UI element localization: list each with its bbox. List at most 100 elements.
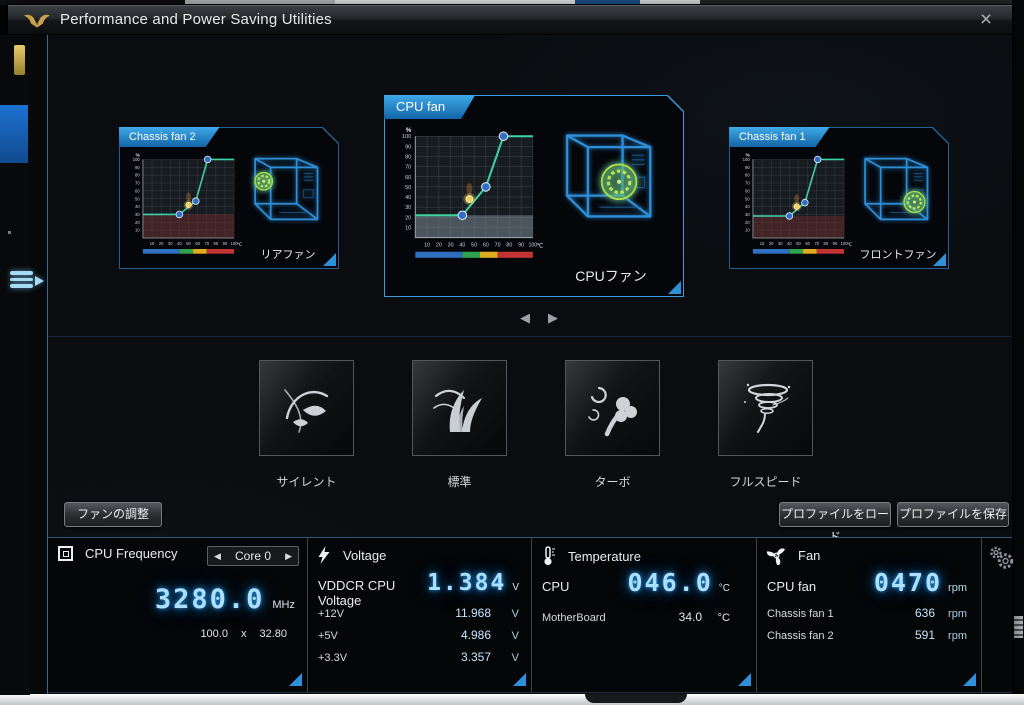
- mode-label: フルスピード: [729, 475, 802, 489]
- svg-text:℃: ℃: [537, 243, 543, 250]
- chassis-fan-1-row: Chassis fan 1 636 rpm: [767, 606, 967, 620]
- mode-button-turbo[interactable]: ターボ: [565, 360, 660, 490]
- svg-text:70: 70: [495, 243, 501, 249]
- fan-curve-chart-chassis-2: 10 20 30 40 50 60 70 80 90 100% 10 20 30 40 50 60 70 80 90…: [124, 150, 242, 260]
- slide-out-menu-handle[interactable]: [8, 268, 48, 298]
- mode-icon-tile[interactable]: [565, 360, 660, 456]
- divider: [48, 336, 1012, 337]
- close-button[interactable]: ×: [974, 7, 998, 33]
- svg-text:70: 70: [204, 241, 209, 246]
- content-area: 10 20 30 40 50 60 70 80 90 100% 10 20 30 40 50 60 70 80 90…: [47, 35, 1015, 695]
- fan-curve-chart-chassis-1: 10 20 30 40 50 60 70 80 90 100% 10 20 30 40 50 60 70 80 90…: [734, 150, 852, 260]
- background-bottom-notch: [585, 694, 687, 703]
- celsius-unit: °C: [718, 583, 730, 594]
- svg-text:90: 90: [518, 243, 524, 249]
- mode-icon-tile[interactable]: [259, 360, 354, 456]
- svg-text:30: 30: [405, 205, 411, 211]
- svg-text:50: 50: [471, 243, 477, 249]
- core-prev-button[interactable]: ◀: [214, 551, 221, 562]
- multiplier-value: 32.80: [259, 628, 287, 640]
- fan-card-cpu-fan[interactable]: 10 20 30 40 50 60 70 80 90 100% 10 20 30 40 50 60 70 80 90…: [384, 95, 684, 297]
- dialog-body: 10 20 30 40 50 60 70 80 90 100% 10 20 30 40 50 60 70 80 90…: [8, 35, 1015, 695]
- vddcr-voltage-row: VDDCR CPU Voltage 1.384 V: [318, 570, 519, 608]
- row-unit: V: [511, 630, 519, 642]
- save-profile-button[interactable]: プロファイルを保存: [897, 502, 1009, 527]
- svg-text:50: 50: [745, 196, 750, 201]
- svg-text:60: 60: [405, 175, 411, 181]
- svg-text:10: 10: [150, 241, 155, 246]
- card-corner-triangle: [668, 281, 681, 294]
- svg-text:90: 90: [135, 165, 140, 170]
- panel-title: Fan: [798, 548, 821, 563]
- mode-button-full-speed[interactable]: フルスピード: [718, 360, 813, 490]
- case-graphic-wrap: リアファン: [242, 150, 334, 266]
- svg-text:70: 70: [814, 241, 819, 246]
- core-selector[interactable]: ◀ Core 0 ▶: [207, 546, 299, 566]
- fan-card-chassis-fan-1[interactable]: 10 20 30 40 50 60 70 80 90 100% 10 20 30 40 50 60 70 80 90…: [729, 127, 949, 269]
- cpu-frequency-value: 3280.0: [154, 584, 265, 615]
- panel-title: Voltage: [343, 548, 387, 563]
- core-next-button[interactable]: ▶: [285, 551, 292, 562]
- mode-button-standard[interactable]: 標準: [412, 360, 507, 490]
- svg-text:10: 10: [424, 243, 430, 249]
- load-profile-button[interactable]: プロファイルをロード: [779, 502, 891, 544]
- carousel-prev-button[interactable]: ◀: [514, 307, 536, 329]
- panel-title: Temperature: [568, 548, 641, 564]
- mode-label: ターボ: [594, 475, 631, 489]
- svg-text:60: 60: [483, 243, 489, 249]
- svg-text:30: 30: [168, 241, 173, 246]
- svg-text:%: %: [406, 127, 412, 134]
- carousel-next-button[interactable]: ▶: [542, 307, 564, 329]
- cpu-fan-label: CPU fan: [767, 579, 817, 594]
- settings-gears-button[interactable]: [985, 544, 1015, 577]
- background-right-fragment: [1014, 616, 1023, 638]
- menu-arrow-icon: [35, 276, 44, 286]
- pc-case-graphic-rear-fan: [242, 150, 334, 228]
- case-graphic-wrap: CPUファン: [545, 124, 677, 294]
- panel-resize-triangle: [963, 673, 976, 686]
- row-unit: V: [511, 608, 519, 620]
- fan-modes-row: サイレント 標準 ターボ フルスピード: [259, 360, 813, 490]
- fan-tuning-button[interactable]: ファンの調整: [64, 502, 162, 527]
- svg-text:80: 80: [405, 155, 411, 161]
- pc-case-graphic-cpu-fan: [550, 124, 672, 228]
- voltage-row-5v: +5V 4.986 V: [318, 628, 519, 642]
- row-unit: V: [511, 652, 519, 664]
- standard-grass-wind-icon: [432, 389, 482, 432]
- monitor-panel-fan: Fan CPU fan 0470 rpm Chassis fan 1 636 r…: [756, 538, 981, 692]
- mode-button-silent[interactable]: サイレント: [259, 360, 354, 490]
- card-body: 10 20 30 40 50 60 70 80 90 100% 10 20 30 40 50 60 70 80 90…: [120, 128, 338, 268]
- row-unit: °C: [717, 612, 730, 624]
- svg-text:30: 30: [745, 212, 750, 217]
- svg-text:90: 90: [405, 144, 411, 150]
- svg-text:40: 40: [135, 204, 140, 209]
- mhz-unit: MHz: [272, 599, 295, 611]
- monitor-panel-voltage: Voltage VDDCR CPU Voltage 1.384 V +12V 1…: [307, 538, 531, 692]
- performance-utilities-window: Performance and Power Saving Utilities ×…: [8, 5, 1015, 695]
- svg-text:40: 40: [405, 195, 411, 201]
- svg-text:30: 30: [448, 243, 454, 249]
- svg-text:%: %: [136, 152, 141, 157]
- panel-header: Fan: [767, 546, 820, 565]
- thermometer-icon: [544, 546, 555, 566]
- row-value: 636: [914, 606, 935, 620]
- background-dot-fragment: [8, 231, 11, 234]
- svg-text:90: 90: [223, 241, 228, 246]
- pc-case-graphic-front-fan: [852, 150, 944, 228]
- row-value: 3.357: [460, 650, 491, 664]
- fan-rows: Chassis fan 1 636 rpm Chassis fan 2 591 …: [767, 606, 967, 642]
- fan-card-chassis-fan-2[interactable]: 10 20 30 40 50 60 70 80 90 100% 10 20 30 40 50 60 70 80 90…: [119, 127, 339, 269]
- vddcr-label: VDDCR CPU Voltage: [318, 578, 396, 608]
- mode-icon-tile[interactable]: [412, 360, 507, 456]
- fan-curve-chart-cpu: 10 20 30 40 50 60 70 80 90 100% 10 20 30 40 50 60 70 80 90…: [391, 124, 543, 266]
- svg-text:30: 30: [778, 241, 783, 246]
- hardware-monitor-bar: CPU Frequency ◀ Core 0 ▶ 3280.0 MHz 100.…: [48, 537, 1015, 693]
- mode-icon-tile[interactable]: [718, 360, 813, 456]
- fan-location-label: リアファン: [260, 249, 316, 261]
- row-value: 4.986: [460, 628, 491, 642]
- cpu-fan-rpm-value: 0470: [873, 568, 943, 597]
- titlebar[interactable]: Performance and Power Saving Utilities ×: [8, 5, 1012, 35]
- vddcr-value: 1.384: [427, 570, 507, 596]
- row-unit: rpm: [948, 608, 967, 620]
- svg-text:20: 20: [745, 220, 750, 225]
